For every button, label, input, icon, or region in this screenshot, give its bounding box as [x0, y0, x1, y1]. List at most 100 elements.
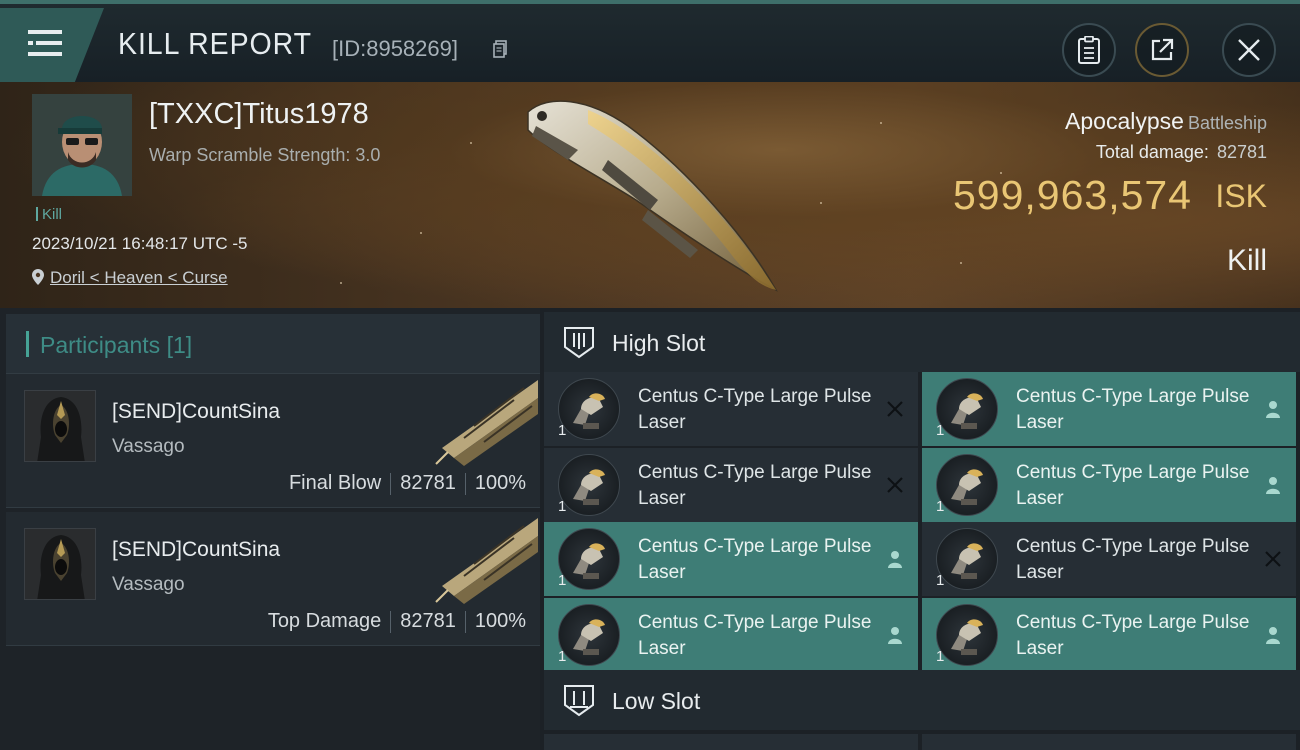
- low-slot-header[interactable]: Low Slot: [544, 670, 1300, 730]
- kill-tag: Kill: [36, 206, 62, 223]
- module-name: Centus C-Type Large Pulse Laser: [638, 536, 872, 583]
- participants-label: Participants: [40, 332, 161, 358]
- participant-damage: 82781: [400, 472, 456, 494]
- isk-unit: ISK: [1215, 178, 1267, 214]
- participant-row[interactable]: [SEND]CountSina Vassago Final Blow 82781…: [6, 374, 540, 508]
- participant-ship: Vassago: [112, 574, 185, 595]
- close-icon: [1238, 39, 1260, 61]
- laser-module-icon: [558, 454, 620, 516]
- pilot-avatar: [32, 94, 132, 196]
- victim-summary: [TXXC]Titus1978 Warp Scramble Strength: …: [0, 82, 1300, 308]
- module-card[interactable]: 1 Centus C-Type Large Pulse Laser: [922, 372, 1296, 446]
- module-card[interactable]: 1 Centus C-Type Large Pulse Laser: [922, 448, 1296, 522]
- high-slot-label: High Slot: [612, 330, 706, 356]
- module-card[interactable]: 1 Centus C-Type Large Pulse Laser: [544, 448, 918, 522]
- module-quantity: 1: [936, 498, 945, 515]
- warp-scramble-strength: Warp Scramble Strength: 3.0: [149, 145, 381, 165]
- person-icon: [888, 627, 902, 644]
- hooded-pilot-avatar: [25, 391, 95, 461]
- module-card[interactable]: 1 Centus C-Type Large Pulse Laser: [922, 522, 1296, 596]
- module-card[interactable]: 1 Centus C-Type Large Pulse Laser: [922, 598, 1296, 672]
- module-quantity: 1: [936, 422, 945, 439]
- module-name: Centus C-Type Large Pulse Laser: [638, 612, 872, 659]
- laser-module-icon: [558, 528, 620, 590]
- victim-portrait[interactable]: [32, 94, 132, 196]
- module-quantity: 1: [558, 422, 567, 439]
- location-pin-icon: [32, 269, 44, 285]
- ship-class: Battleship: [1187, 113, 1267, 133]
- person-icon: [1266, 477, 1280, 494]
- person-icon: [1266, 401, 1280, 418]
- laser-module-icon: [936, 378, 998, 440]
- close-icon: [887, 401, 903, 417]
- participant-ship-image: [435, 518, 538, 604]
- module-quantity: 1: [558, 572, 567, 589]
- low-slot-icon: [564, 685, 594, 717]
- participants-tab[interactable]: Participants [1]: [6, 314, 540, 374]
- person-icon: [888, 551, 902, 568]
- victim-ship-image[interactable]: [518, 90, 788, 300]
- module-name: Centus C-Type Large Pulse Laser: [638, 462, 872, 509]
- victim-ship-name[interactable]: Apocalypse Battleship: [1065, 108, 1267, 135]
- hooded-pilot-avatar: [25, 529, 95, 599]
- participant-row[interactable]: [SEND]CountSina Vassago Top Damage 82781…: [6, 512, 540, 646]
- module-name: Centus C-Type Large Pulse Laser: [1016, 386, 1250, 433]
- divider: [464, 610, 466, 633]
- module-name: Centus C-Type Large Pulse Laser: [1016, 462, 1250, 509]
- module-quantity: 1: [936, 648, 945, 665]
- participant-stats: Final Blow 82781 100%: [289, 472, 526, 495]
- participant-damage: 82781: [400, 610, 456, 632]
- report-id: [ID:8958269]: [332, 36, 458, 61]
- divider: [390, 610, 392, 633]
- share-icon: [1151, 38, 1174, 61]
- victim-name[interactable]: [TXXC]Titus1978: [149, 98, 369, 131]
- participant-avatar[interactable]: [24, 390, 96, 462]
- divider: [390, 472, 392, 495]
- module-name: Centus C-Type Large Pulse Laser: [1016, 536, 1250, 583]
- module-card[interactable]: 1 Centus C-Type Large Pulse Laser: [544, 598, 918, 672]
- participant-damage-percent: 100%: [474, 472, 526, 494]
- low-slot-module-partial[interactable]: [922, 734, 1296, 750]
- share-button[interactable]: [1135, 23, 1189, 77]
- result-label: Kill: [1226, 244, 1267, 277]
- total-damage: Total damage: 82781: [1096, 142, 1267, 163]
- participant-ship-image: [435, 380, 538, 466]
- participants-panel: Participants [1] [SEND]CountSina Vassago…: [0, 308, 540, 750]
- divider: [464, 472, 466, 495]
- participant-role: Top Damage: [267, 610, 382, 632]
- module-quantity: 1: [936, 572, 945, 589]
- participant-name[interactable]: [SEND]CountSina: [112, 400, 280, 424]
- clipboard-icon: [1078, 36, 1100, 64]
- laser-module-icon: [558, 604, 620, 666]
- laser-module-icon: [936, 528, 998, 590]
- laser-module-icon: [558, 378, 620, 440]
- page-title: KILL REPORT: [118, 26, 312, 61]
- participant-name[interactable]: [SEND]CountSina: [112, 538, 280, 562]
- module-quantity: 1: [558, 648, 567, 665]
- total-damage-label: Total damage:: [1095, 142, 1209, 162]
- clipboard-button[interactable]: [1062, 23, 1116, 77]
- laser-module-icon: [936, 454, 998, 516]
- high-slot-icon: [564, 327, 594, 359]
- module-name: Centus C-Type Large Pulse Laser: [1016, 612, 1250, 659]
- participant-avatar[interactable]: [24, 528, 96, 600]
- high-slot-header[interactable]: High Slot: [544, 312, 1300, 372]
- copy-icon[interactable]: [493, 40, 507, 58]
- close-button[interactable]: [1222, 23, 1276, 77]
- menu-button[interactable]: [0, 8, 104, 82]
- module-quantity: 1: [558, 498, 567, 515]
- location-link[interactable]: Doril < Heaven < Curse: [50, 268, 228, 287]
- fitting-panel: High Slot 1 Centus C-Type Large Pulse Las…: [540, 308, 1300, 750]
- person-icon: [1266, 627, 1280, 644]
- kill-timestamp: 2023/10/21 16:48:17 UTC -5: [32, 234, 248, 253]
- low-slot-label: Low Slot: [612, 688, 701, 714]
- close-icon: [1265, 551, 1281, 567]
- kill-location[interactable]: Doril < Heaven < Curse: [32, 268, 228, 288]
- module-name: Centus C-Type Large Pulse Laser: [638, 386, 872, 433]
- participant-role: Final Blow: [288, 472, 382, 494]
- module-card[interactable]: 1 Centus C-Type Large Pulse Laser: [544, 522, 918, 596]
- low-slot-module-partial[interactable]: [544, 734, 918, 750]
- module-card[interactable]: 1 Centus C-Type Large Pulse Laser: [544, 372, 918, 446]
- laser-module-icon: [936, 604, 998, 666]
- menu-icon: [28, 30, 62, 34]
